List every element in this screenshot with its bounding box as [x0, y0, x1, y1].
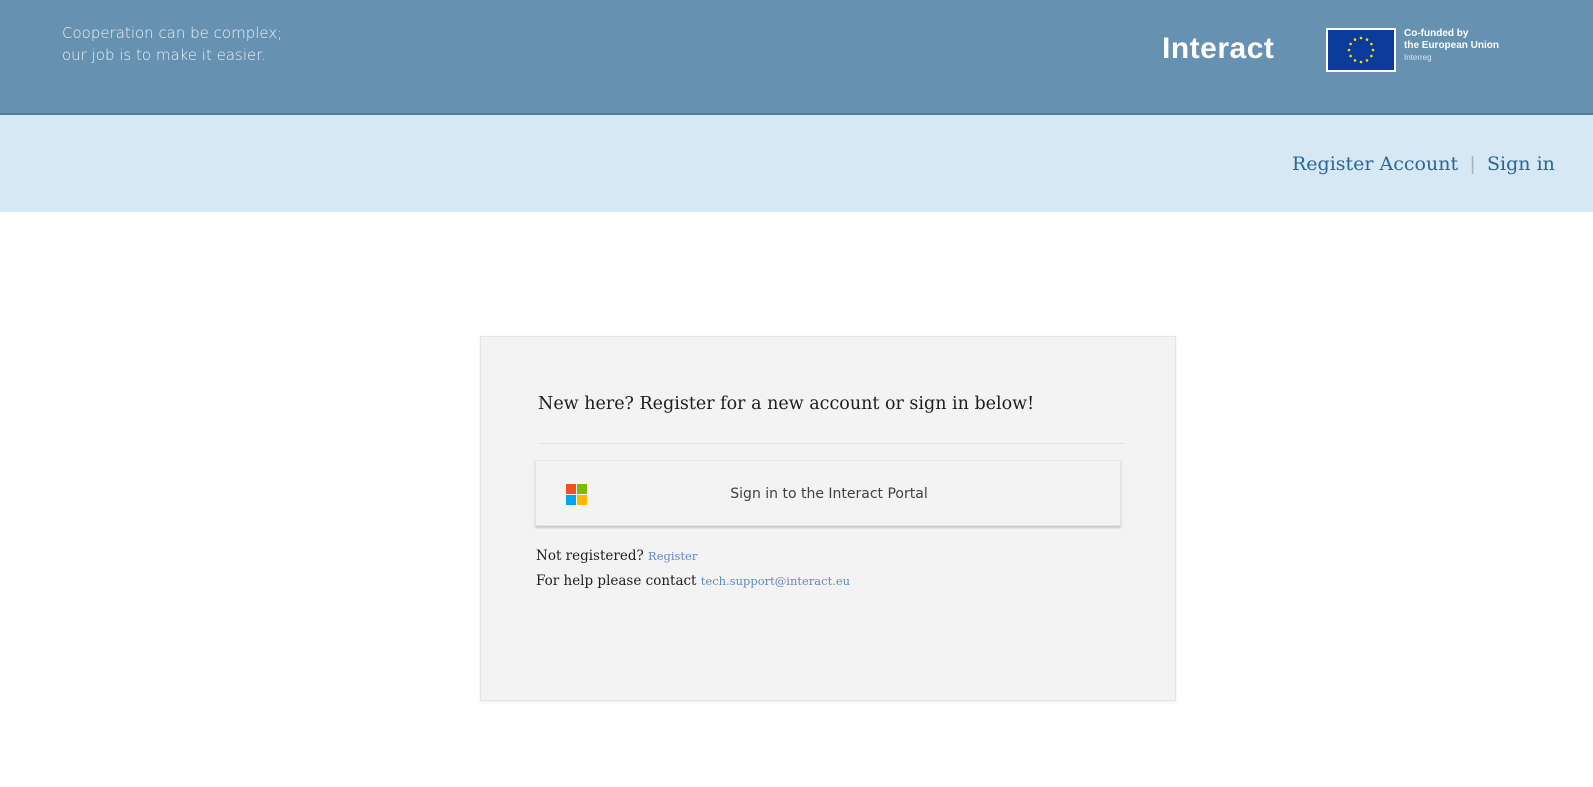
eu-line-3: Interreg	[1404, 53, 1432, 62]
not-registered-row: Not registered? Register	[536, 544, 850, 569]
help-section: Not registered? Register For help please…	[536, 544, 850, 594]
account-nav-bar: Register Account | Sign in	[0, 115, 1593, 212]
help-contact-row: For help please contact tech.support@int…	[536, 569, 850, 594]
tagline-line-2: our job is to make it easier.	[62, 46, 266, 64]
eu-flag-icon	[1326, 28, 1396, 72]
nav-separator: |	[1470, 154, 1476, 175]
card-divider	[538, 443, 1124, 444]
sign-in-card: New here? Register for a new account or …	[480, 336, 1176, 701]
sign-in-link[interactable]: Sign in	[1487, 153, 1555, 175]
microsoft-sign-in-label: Sign in to the Interact Portal	[730, 486, 928, 502]
eu-line-1: Co-funded by	[1404, 28, 1469, 39]
tagline-line-1: Cooperation can be complex;	[62, 24, 283, 42]
site-tagline: Cooperation can be complex; our job is t…	[62, 22, 282, 66]
help-text: For help please contact	[536, 573, 697, 589]
register-link[interactable]: Register	[648, 549, 697, 563]
card-title: New here? Register for a new account or …	[538, 394, 1035, 414]
eu-cofunded-label: Co-funded by the European Union Interreg	[1404, 28, 1499, 64]
support-email-link[interactable]: tech.support@interact.eu	[701, 574, 850, 588]
register-account-link[interactable]: Register Account	[1292, 153, 1458, 175]
interact-logo[interactable]: Interact	[1162, 32, 1274, 66]
eu-line-2: the European Union	[1404, 40, 1499, 51]
site-header: Cooperation can be complex; our job is t…	[0, 0, 1593, 115]
microsoft-sign-in-button[interactable]: Sign in to the Interact Portal	[535, 460, 1121, 526]
account-nav-links: Register Account | Sign in	[1292, 153, 1555, 176]
not-registered-text: Not registered?	[536, 548, 644, 564]
